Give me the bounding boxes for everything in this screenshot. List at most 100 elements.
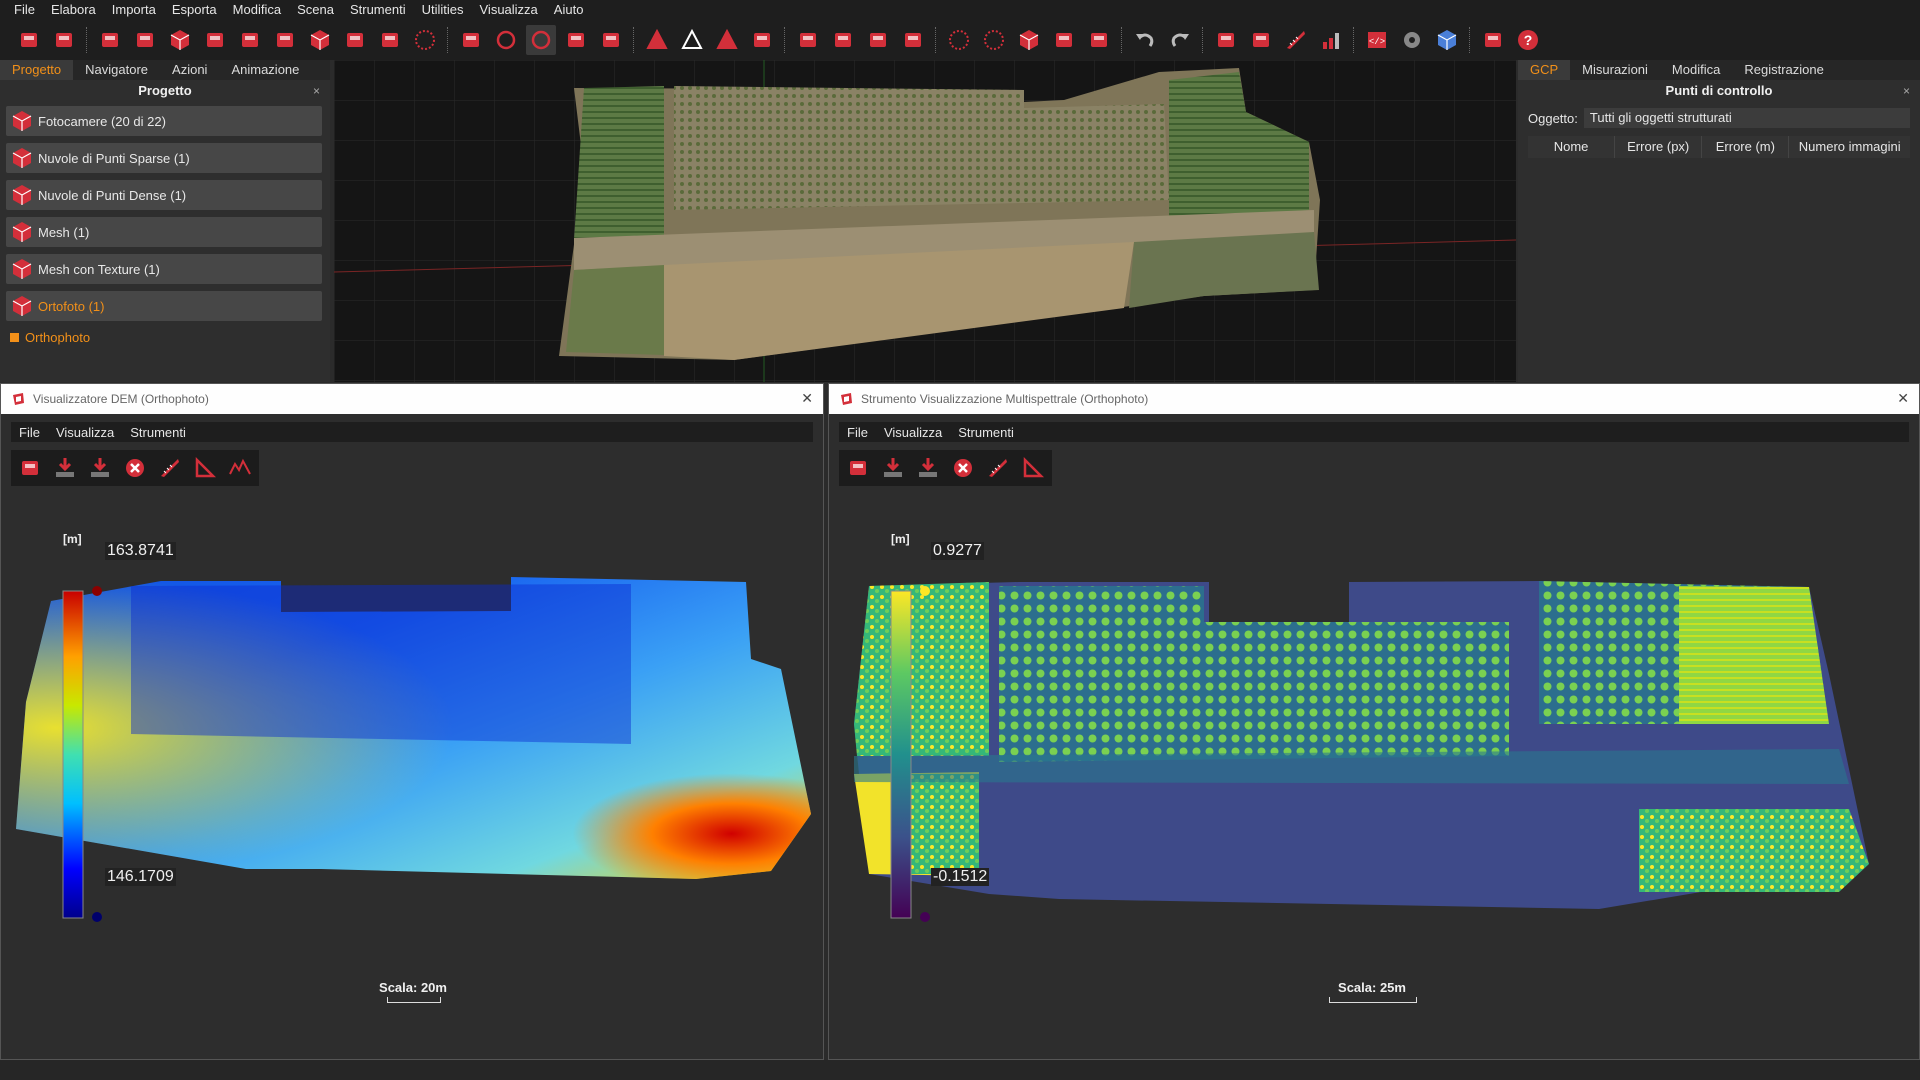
sphere-dots-icon[interactable] <box>979 25 1009 55</box>
dense-cloud-icon[interactable] <box>270 25 300 55</box>
undo-icon[interactable] <box>1130 25 1160 55</box>
col-errore-m[interactable]: Errore (m) <box>1702 136 1790 158</box>
dem-min-handle[interactable] <box>92 912 102 922</box>
solid-icon[interactable] <box>712 25 742 55</box>
mesh-icon[interactable] <box>305 25 335 55</box>
ms-menu-strumenti[interactable]: Strumenti <box>950 425 1022 440</box>
orthophoto-subitem[interactable]: Orthophoto <box>0 328 330 346</box>
project-item[interactable]: Nuvole di Punti Dense (1) <box>6 180 322 210</box>
orbit-icon[interactable] <box>526 25 556 55</box>
hand-icon[interactable] <box>828 25 858 55</box>
dem-window-titlebar[interactable]: Visualizzatore DEM (Orthophoto) ✕ <box>1 384 823 414</box>
add-cameras-icon[interactable] <box>130 25 160 55</box>
angle-icon[interactable] <box>1018 453 1048 483</box>
project-item[interactable]: Mesh con Texture (1) <box>6 254 322 284</box>
download-icon[interactable] <box>50 453 80 483</box>
download-icon[interactable] <box>878 453 908 483</box>
dem-menu-file[interactable]: File <box>11 425 48 440</box>
menu-esporta[interactable]: Esporta <box>164 0 225 20</box>
tab-progetto[interactable]: Progetto <box>0 60 74 80</box>
dem-canvas[interactable] <box>11 524 816 1014</box>
ruler-icon[interactable] <box>155 453 185 483</box>
script-icon[interactable]: </> <box>1362 25 1392 55</box>
close-icon[interactable]: ✕ <box>1897 390 1909 407</box>
sphere-icon[interactable] <box>410 25 440 55</box>
menu-aiuto[interactable]: Aiuto <box>546 0 592 20</box>
sphere-grid-icon[interactable] <box>944 25 974 55</box>
cube-blue-icon[interactable] <box>1432 25 1462 55</box>
camera-icon[interactable] <box>456 25 486 55</box>
ms-window-titlebar[interactable]: Strumento Visualizzazione Multispettrale… <box>829 384 1919 414</box>
chart-icon[interactable] <box>1316 25 1346 55</box>
save-icon[interactable] <box>49 25 79 55</box>
gizmo-icon[interactable] <box>1211 25 1241 55</box>
menu-file[interactable]: File <box>6 0 43 20</box>
crop-icon[interactable] <box>1246 25 1276 55</box>
cursor-icon[interactable] <box>863 25 893 55</box>
wireframe-icon[interactable] <box>677 25 707 55</box>
menu-importa[interactable]: Importa <box>104 0 164 20</box>
rotate-icon[interactable] <box>491 25 521 55</box>
project-item[interactable]: Ortofoto (1) <box>6 291 322 321</box>
texture-icon[interactable] <box>340 25 370 55</box>
dem-menu-visualizza[interactable]: Visualizza <box>48 425 122 440</box>
close-icon[interactable] <box>948 453 978 483</box>
ms-menu-file[interactable]: File <box>839 425 876 440</box>
help-icon[interactable]: ? <box>1513 25 1543 55</box>
menu-elabora[interactable]: Elabora <box>43 0 104 20</box>
angle-icon[interactable] <box>190 453 220 483</box>
settings-icon[interactable] <box>1397 25 1427 55</box>
logo-icon[interactable] <box>1478 25 1508 55</box>
import-icon[interactable] <box>200 25 230 55</box>
box-grid-icon[interactable] <box>1049 25 1079 55</box>
open-icon[interactable] <box>15 453 45 483</box>
project-item[interactable]: Fotocamere (20 di 22) <box>6 106 322 136</box>
close-icon[interactable]: ✕ <box>801 390 813 407</box>
tab-azioni[interactable]: Azioni <box>160 60 219 80</box>
menu-visualizza[interactable]: Visualizza <box>472 0 546 20</box>
menu-utilities[interactable]: Utilities <box>414 0 472 20</box>
tab-gcp[interactable]: GCP <box>1518 60 1571 80</box>
cube-icon[interactable] <box>165 25 195 55</box>
redo-icon[interactable] <box>1165 25 1195 55</box>
dots-icon[interactable] <box>561 25 591 55</box>
menu-scena[interactable]: Scena <box>289 0 342 20</box>
tab-registrazione[interactable]: Registrazione <box>1732 60 1836 80</box>
close-icon[interactable] <box>120 453 150 483</box>
red-cube-icon[interactable] <box>1014 25 1044 55</box>
ms-min-handle[interactable] <box>920 912 930 922</box>
projector-icon[interactable] <box>793 25 823 55</box>
tab-navigatore[interactable]: Navigatore <box>73 60 160 80</box>
close-icon[interactable]: × <box>313 80 320 102</box>
tab-modifica[interactable]: Modifica <box>1660 60 1732 80</box>
new-project-icon[interactable] <box>95 25 125 55</box>
menu-strumenti[interactable]: Strumenti <box>342 0 414 20</box>
viewport-scene[interactable] <box>334 60 1516 382</box>
upload-icon[interactable] <box>913 453 943 483</box>
project-item[interactable]: Mesh (1) <box>6 217 322 247</box>
tab-misurazioni[interactable]: Misurazioni <box>1570 60 1660 80</box>
tab-animazione[interactable]: Animazione <box>219 60 311 80</box>
col-errore-px[interactable]: Errore (px) <box>1615 136 1703 158</box>
close-icon[interactable]: × <box>1903 80 1910 102</box>
sparse-cloud-icon[interactable] <box>235 25 265 55</box>
point-light-icon[interactable] <box>596 25 626 55</box>
project-item[interactable]: Nuvole di Punti Sparse (1) <box>6 143 322 173</box>
open-folder-icon[interactable] <box>14 25 44 55</box>
ruler-icon[interactable] <box>1281 25 1311 55</box>
ms-canvas[interactable] <box>839 524 1914 1014</box>
col-numero-immagini[interactable]: Numero immagini <box>1789 136 1911 158</box>
profile-icon[interactable] <box>225 453 255 483</box>
cloud-icon[interactable] <box>898 25 928 55</box>
photo-icon[interactable] <box>375 25 405 55</box>
object-select[interactable]: Tutti gli oggetti strutturati <box>1583 108 1910 128</box>
menu-modifica[interactable]: Modifica <box>225 0 289 20</box>
brush-icon[interactable] <box>747 25 777 55</box>
dem-menu-strumenti[interactable]: Strumenti <box>122 425 194 440</box>
export-icon[interactable] <box>1084 25 1114 55</box>
3d-viewport[interactable] <box>334 60 1516 382</box>
ruler-icon[interactable] <box>983 453 1013 483</box>
dem-max-handle[interactable] <box>92 586 102 596</box>
ms-menu-visualizza[interactable]: Visualizza <box>876 425 950 440</box>
open-icon[interactable] <box>843 453 873 483</box>
